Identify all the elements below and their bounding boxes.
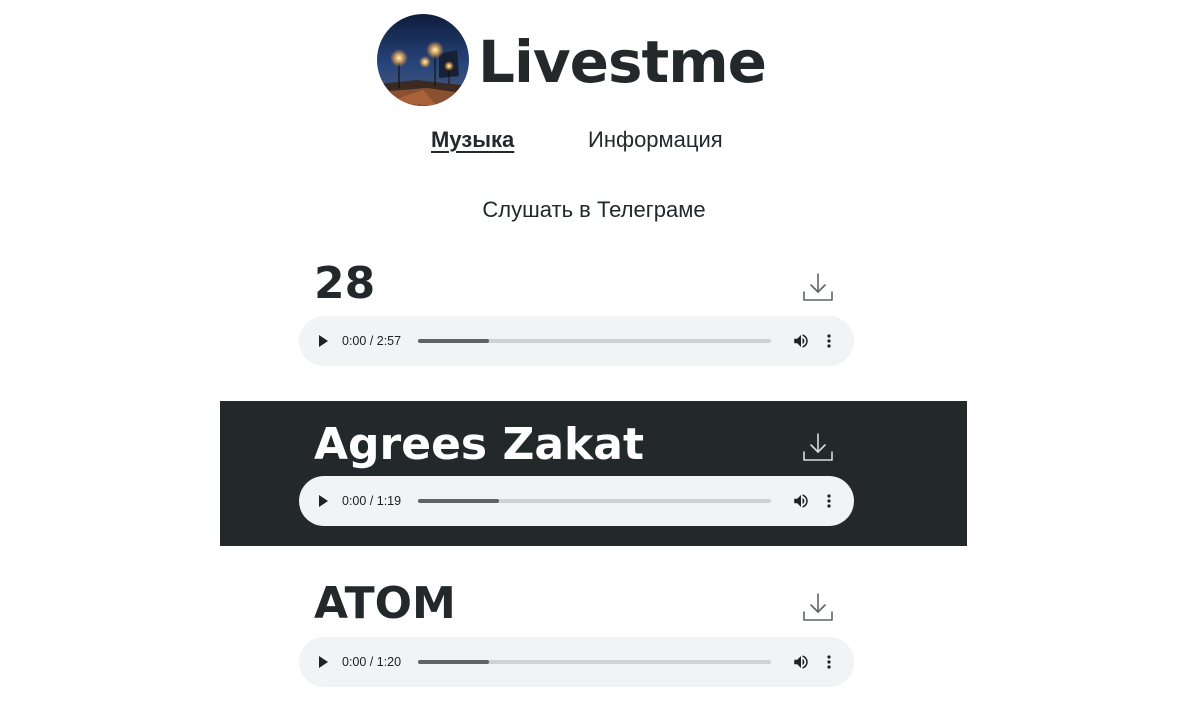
volume-icon[interactable] [792,653,810,671]
download-icon[interactable] [802,592,834,622]
time-display: 0:00 / 2:57 [342,334,402,348]
more-vertical-icon[interactable] [823,492,835,510]
progress-fill [418,499,500,503]
avatar [377,14,469,106]
download-icon[interactable] [802,432,834,462]
audio-player: 0:00 / 1:20 [299,637,854,687]
play-icon[interactable] [316,333,330,349]
progress-bar[interactable] [418,339,771,343]
audio-player: 0:00 / 1:19 [299,476,854,526]
time-display: 0:00 / 1:19 [342,494,402,508]
download-icon[interactable] [802,272,834,302]
play-icon[interactable] [316,493,330,509]
more-vertical-icon[interactable] [823,332,835,350]
track-title: Agrees Zakat [314,419,645,470]
nav-music-link[interactable]: Музыка [431,124,514,156]
track-title: 28 [314,258,376,309]
audio-player: 0:00 / 2:57 [299,316,854,366]
track-item-highlighted: Agrees Zakat 0:00 / 1:19 [220,401,967,546]
site-header: Livestme [0,14,1188,108]
track-item: 28 0:00 / 2:57 [0,250,1188,380]
main-nav: Музыка Информация [0,124,1188,156]
play-icon[interactable] [316,654,330,670]
progress-fill [418,660,489,664]
track-item: ATOM 0:00 / 1:20 [0,570,1188,690]
nav-info-link[interactable]: Информация [588,124,723,156]
progress-bar[interactable] [418,499,771,503]
track-title: ATOM [314,578,456,629]
volume-icon[interactable] [792,332,810,350]
site-title: Livestme [478,28,767,96]
more-vertical-icon[interactable] [823,653,835,671]
listen-telegram-link[interactable]: Слушать в Телеграме [0,194,1188,226]
volume-icon[interactable] [792,492,810,510]
progress-fill [418,339,489,343]
time-display: 0:00 / 1:20 [342,655,402,669]
progress-bar[interactable] [418,660,771,664]
